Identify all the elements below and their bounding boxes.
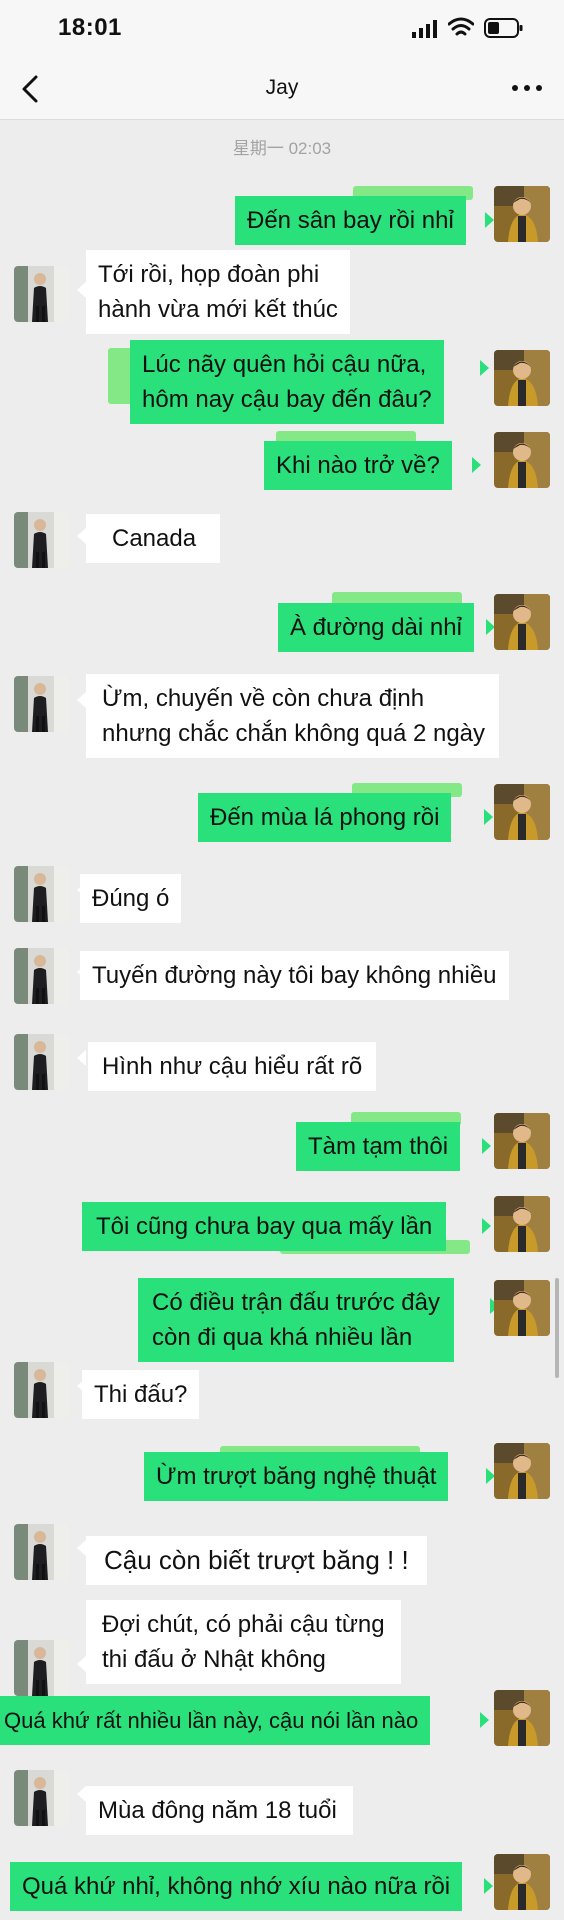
self-avatar[interactable] [494,784,550,840]
contact-avatar[interactable] [14,1770,70,1826]
bubble-tail [472,457,481,473]
message-text-line: Ừm, chuyến về còn chưa định [102,685,425,712]
self-avatar[interactable] [494,1690,550,1746]
message-bubble-incoming[interactable]: Tuyến đường này tôi bay không nhiều [80,951,509,1000]
message-text-line: hôm nay cậu bay đến đâu? [142,386,432,413]
contact-avatar[interactable] [14,1034,70,1090]
message-bubble-outgoing[interactable]: Ừm trượt băng nghệ thuật [144,1452,449,1501]
status-bar: 18:01 [0,0,564,58]
bubble-tail [480,1712,489,1728]
self-avatar[interactable] [494,1113,550,1169]
bubble-tail [77,528,86,544]
message-text: Khi nào trở về? [276,452,440,479]
message-bubble-incoming[interactable]: Hình như cậu hiểu rất rõ [88,1042,377,1091]
message-text: Đúng ó [92,885,170,912]
self-avatar[interactable] [494,186,550,242]
self-avatar[interactable] [494,594,550,650]
message-bubble-incoming[interactable]: Đúng ó [80,874,182,923]
chat-title[interactable]: Jay [0,76,564,100]
message-text-line: nhưng chắc chắn không quá 2 ngày [102,720,486,747]
message-bubble-outgoing[interactable]: À đường dài nhỉ [278,603,474,652]
more-options-icon[interactable] [510,76,544,100]
message-bubble-outgoing[interactable]: Đến sân bay rồi nhỉ [235,196,466,245]
bubble-tail [77,1050,86,1066]
message-bubble-incoming[interactable]: Thi đấu? [82,1370,200,1419]
self-avatar[interactable] [494,1443,550,1499]
self-avatar[interactable] [494,432,550,488]
bubble-tail [77,1656,86,1672]
scrollbar-thumb[interactable] [555,1278,559,1378]
message-bubble-outgoing[interactable]: Có điều trận đấu trước đây còn đi qua kh… [138,1278,454,1362]
bubble-tail [482,1138,491,1154]
bubble-tail [77,282,86,298]
message-bubble-outgoing[interactable]: Quá khứ nhỉ, không nhớ xíu nào nữa rồi [10,1862,463,1911]
contact-avatar[interactable] [14,866,70,922]
message-bubble-outgoing[interactable]: Khi nào trở về? [264,441,452,490]
message-text: Canada [112,525,197,552]
message-text: Quá khứ nhỉ, không nhớ xíu nào nữa rồi [22,1873,451,1900]
message-bubble-incoming[interactable]: Tới rồi, họp đoàn phi hành vừa mới kết t… [86,250,350,334]
message-text-line: Tới rồi, họp đoàn phi [98,261,320,288]
message-bubble-outgoing[interactable]: Đến mùa lá phong rồi [198,793,452,842]
message-text-line: Có điều trận đấu trước đây [152,1289,440,1316]
message-text: Tuyến đường này tôi bay không nhiều [92,962,497,989]
message-text: Đến mùa lá phong rồi [210,804,440,831]
bubble-tail [77,1786,86,1802]
message-text: Thi đấu? [94,1381,188,1408]
message-text: Tàm tạm thôi [308,1133,449,1160]
bubble-tail [77,692,86,708]
contact-avatar[interactable] [14,266,70,322]
message-text-line: hành vừa mới kết thúc [98,296,338,323]
message-text: Hình như cậu hiểu rất rõ [102,1053,363,1080]
chat-timestamp: 星期一 02:03 [232,139,332,158]
cellular-signal-icon [412,20,437,38]
self-avatar[interactable] [494,350,550,406]
message-bubble-outgoing[interactable]: Tàm tạm thôi [296,1122,461,1171]
status-time: 18:01 [58,14,122,41]
contact-avatar[interactable] [14,512,70,568]
message-bubble-outgoing[interactable]: Lúc nãy quên hỏi cậu nữa, hôm nay cậu ba… [130,340,444,424]
contact-avatar[interactable] [14,676,70,732]
message-text: À đường dài nhỉ [290,614,462,641]
battery-icon [484,18,523,38]
message-text: Cậu còn biết trượt băng ! ! [104,1545,409,1575]
contact-avatar[interactable] [14,948,70,1004]
chat-header: Jay [0,58,564,120]
bubble-tail [484,809,493,825]
self-avatar[interactable] [494,1196,550,1252]
contact-avatar[interactable] [14,1640,70,1696]
message-text: Mùa đông năm 18 tuổi [98,1797,337,1824]
message-text: Ừm trượt băng nghệ thuật [156,1463,437,1490]
message-bubble-incoming[interactable]: Cậu còn biết trượt băng ! ! [86,1536,427,1585]
wifi-icon [448,17,474,36]
bubble-tail [77,1540,86,1556]
self-avatar[interactable] [494,1280,550,1336]
bubble-tail [485,212,494,228]
message-text-line: thi đấu ở Nhật không [102,1646,326,1673]
message-bubble-outgoing[interactable]: Tôi cũng chưa bay qua mấy lần [82,1202,447,1251]
bubble-tail [484,1878,493,1894]
bubble-tail [480,360,489,376]
message-text-line: Lúc nãy quên hỏi cậu nữa, [142,351,427,378]
message-bubble-incoming[interactable]: Canada [86,514,221,563]
message-bubble-incoming[interactable]: Ừm, chuyến về còn chưa định nhưng chắc c… [86,674,500,758]
bubble-tail [482,1218,491,1234]
message-bubble-incoming[interactable]: Mùa đông năm 18 tuổi [86,1786,353,1835]
self-avatar[interactable] [494,1854,550,1910]
message-text: Đến sân bay rồi nhỉ [247,207,454,234]
message-bubble-incoming[interactable]: Đợi chút, có phải cậu từng thi đấu ở Nhậ… [86,1600,401,1684]
contact-avatar[interactable] [14,1362,70,1418]
message-text-line: còn đi qua khá nhiều lần [152,1324,413,1351]
message-bubble-outgoing[interactable]: Quá khứ rất nhiều lần này, cậu nói lần n… [0,1696,431,1745]
contact-avatar[interactable] [14,1524,70,1580]
message-text: Quá khứ rất nhiều lần này, cậu nói lần n… [4,1708,419,1733]
message-text-line: Đợi chút, có phải cậu từng [102,1611,385,1638]
message-text: Tôi cũng chưa bay qua mấy lần [96,1213,433,1240]
